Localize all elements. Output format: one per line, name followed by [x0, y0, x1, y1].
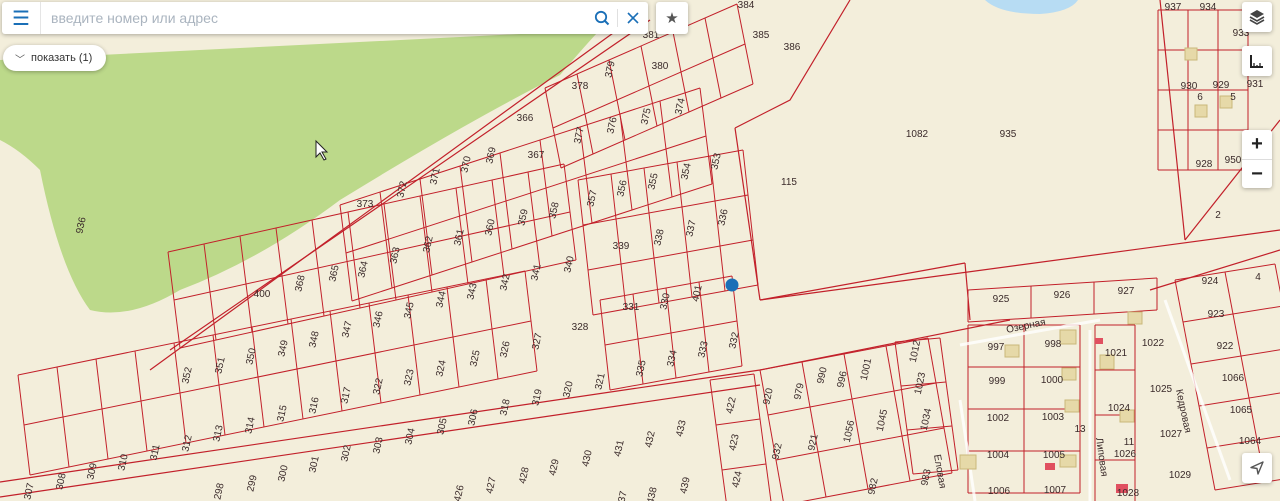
cadastral-map[interactable]: 381384385386379 380378377376 3753743663673… [0, 0, 1280, 501]
parcel-label[interactable]: 328 [572, 322, 589, 333]
parcel-label[interactable]: 400 [254, 289, 271, 300]
parcel-label[interactable]: 11 [1124, 437, 1135, 448]
parcel-label[interactable]: 928 [1196, 159, 1213, 170]
parcel-label[interactable]: 1022 [1142, 338, 1165, 349]
show-results-button[interactable]: ﹀ показать (1) [3, 45, 107, 71]
parcel-label[interactable]: 1082 [906, 129, 929, 140]
parcel-label[interactable]: 378 [572, 81, 589, 92]
locate-button[interactable] [1242, 453, 1272, 483]
parcel-label[interactable]: 1007 [1044, 485, 1067, 496]
search-input[interactable] [41, 10, 587, 26]
star-icon: ★ [665, 10, 679, 27]
parcel-label[interactable]: 1002 [987, 413, 1010, 424]
parcel-label[interactable]: 923 [1208, 309, 1225, 320]
parcel-label[interactable]: 1028 [1117, 488, 1140, 499]
layers-icon [1249, 10, 1265, 25]
parcel-label[interactable]: 934 [1200, 2, 1217, 13]
parcel-label[interactable]: 1024 [1108, 403, 1131, 414]
parcel-label[interactable]: 926 [1054, 290, 1071, 301]
ruler-button[interactable] [1242, 46, 1272, 76]
search-icon [594, 10, 610, 26]
parcel-label[interactable]: 997 [988, 342, 1005, 353]
parcel-label[interactable]: 1000 [1041, 375, 1064, 386]
parcel-label[interactable]: 1004 [987, 450, 1010, 461]
parcel-label[interactable]: 1029 [1169, 470, 1192, 481]
parcel-label[interactable]: 1066 [1222, 373, 1245, 384]
favorites-button[interactable]: ★ [656, 2, 688, 34]
parcel-label[interactable]: 1026 [1114, 449, 1137, 460]
parcel-label[interactable]: 999 [989, 376, 1006, 387]
search-button[interactable] [587, 2, 617, 34]
clear-search-button[interactable] [618, 2, 648, 34]
parcel-label[interactable]: 1021 [1105, 348, 1128, 359]
parcel-label[interactable]: 937 [1165, 2, 1182, 13]
parcel-label[interactable]: 2 [1215, 210, 1221, 221]
ruler-icon [1250, 55, 1263, 68]
parcel-label[interactable]: 1025 [1150, 384, 1173, 395]
chevron-down-icon: ﹀ [15, 54, 25, 66]
show-results-label: показать (1) [31, 52, 93, 64]
parcel-label[interactable]: 373 [357, 199, 374, 210]
menu-button[interactable]: ☰ [2, 2, 41, 34]
parcel-label[interactable]: 998 [1045, 339, 1062, 350]
parcel-label[interactable]: 339 [613, 241, 630, 252]
parcel-label[interactable]: 385 [753, 30, 770, 41]
parcel-label[interactable]: 930 [1181, 81, 1198, 92]
locate-icon [1250, 461, 1264, 475]
parcel-label[interactable]: 384 [738, 0, 755, 11]
layers-button[interactable] [1242, 2, 1272, 32]
parcel-label[interactable]: 366 [517, 113, 534, 124]
parcel-label[interactable]: 6 [1197, 92, 1203, 103]
parcel-label[interactable]: 1065 [1230, 405, 1253, 416]
parcel-label[interactable]: 929 [1213, 80, 1230, 91]
parcel-label[interactable]: 1027 [1160, 429, 1183, 440]
parcel-label[interactable]: 931 [1247, 79, 1264, 90]
zoom-control: + − [1242, 130, 1272, 188]
parcel-label[interactable]: 331 [623, 302, 640, 313]
parcel-label[interactable]: 1003 [1042, 412, 1065, 423]
parcel-label[interactable]: 4 [1255, 272, 1261, 283]
parcel-label[interactable]: 5 [1230, 92, 1236, 103]
zoom-out-button[interactable]: − [1242, 159, 1272, 189]
parcel-label[interactable]: 924 [1202, 276, 1219, 287]
location-marker[interactable] [725, 278, 739, 292]
menu-icon: ☰ [12, 7, 30, 30]
parcel-label[interactable]: 1064 [1239, 436, 1262, 447]
parcel-label[interactable]: 925 [993, 294, 1010, 305]
parcel-label[interactable]: 927 [1118, 286, 1135, 297]
parcel-label[interactable]: 115 [781, 177, 797, 188]
parcel-label[interactable]: 1005 [1043, 450, 1066, 461]
parcel-label[interactable]: 922 [1217, 341, 1234, 352]
search-bar: ☰ [2, 2, 648, 34]
parcel-label[interactable]: 935 [1000, 129, 1017, 140]
zoom-in-button[interactable]: + [1242, 130, 1272, 159]
parcel-label[interactable]: 13 [1074, 424, 1086, 435]
parcel-label[interactable]: 380 [652, 61, 669, 72]
close-icon [627, 12, 639, 24]
parcel-label[interactable]: 367 [528, 150, 545, 161]
parcel-label[interactable]: 1006 [988, 486, 1011, 497]
parcel-label[interactable]: 386 [784, 42, 801, 53]
parcel-label[interactable]: 950 [1225, 155, 1242, 166]
